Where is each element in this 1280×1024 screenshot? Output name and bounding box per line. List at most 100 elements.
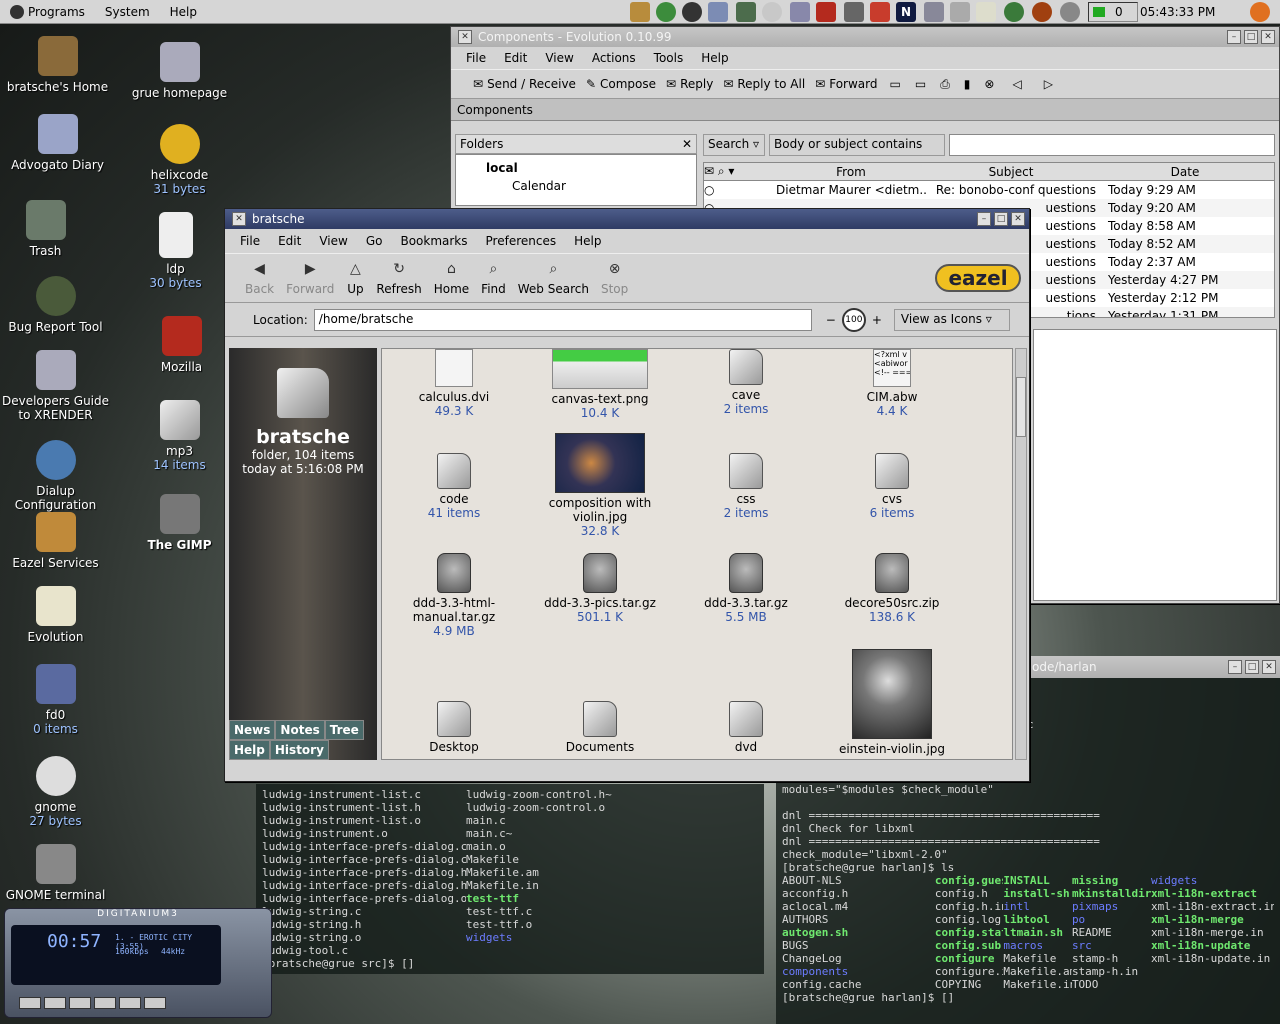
file-icon[interactable]: Documents [540,701,660,754]
launcher-icon[interactable] [656,2,676,22]
zoom-in-icon[interactable]: + [872,313,882,327]
evolution-titlebar[interactable]: ✕ Components - Evolution 0.10.99 – □ ✕ [451,27,1279,47]
launcher-icon[interactable] [736,2,756,22]
close-icon[interactable]: ✕ [682,137,692,151]
vertical-scrollbar[interactable] [1015,348,1027,760]
up-button[interactable]: △ Up [340,260,370,296]
mozilla-icon[interactable] [816,2,836,22]
desktop-icon-xrender[interactable]: Developers Guide to XRENDER [0,350,113,422]
launcher-icon[interactable] [976,2,996,22]
close-icon[interactable]: ✕ [458,30,472,44]
help-menu[interactable]: Help [160,0,207,24]
copy-icon[interactable]: ▭ [909,77,932,91]
menu-go[interactable]: Go [357,234,392,248]
menu-view[interactable]: View [310,234,356,248]
launcher-icon[interactable] [682,2,702,22]
file-icon[interactable]: cave 2 items [686,349,806,416]
delete-icon[interactable]: ▮ [958,77,977,91]
desktop-icon-evolution[interactable]: Evolution [0,586,113,644]
location-input[interactable]: /home/bratsche [313,308,812,331]
nautilus-titlebar[interactable]: ✕ bratsche – □ ✕ [225,209,1029,229]
maximize-icon[interactable]: □ [994,212,1008,226]
reply-all-button[interactable]: ✉ Reply to All [719,77,809,91]
send-receive-button[interactable]: ✉ Send / Receive [469,77,580,91]
move-icon[interactable]: ▭ [884,77,907,91]
launcher-icon[interactable] [844,2,864,22]
table-row[interactable]: ○ Dietmar Maurer <dietm... Re: bonobo-conf… [704,181,1274,199]
close-icon[interactable]: ✕ [1011,212,1025,226]
programs-menu[interactable]: Programs [0,0,95,24]
launcher-icon[interactable] [950,2,970,22]
prev-icon[interactable] [19,997,41,1009]
desktop-icon-mp3[interactable]: mp3 14 items [122,400,237,472]
menu-view[interactable]: View [536,51,582,65]
back-button[interactable]: ◀ Back [239,260,280,296]
reply-button[interactable]: ✉ Reply [662,77,717,91]
desktop-icon-trash[interactable]: Trash [0,200,103,258]
file-icon[interactable]: canvas-text.png 10.4 K [540,349,660,420]
close-icon[interactable]: ✕ [232,212,246,226]
desktop-icon-advogato[interactable]: Advogato Diary [0,114,115,172]
stop-button[interactable]: ⊗ Stop [595,260,634,296]
desktop-icon-mozilla[interactable]: Mozilla [124,316,239,374]
foot-icon[interactable] [1250,2,1270,22]
menu-file[interactable]: File [231,234,269,248]
maximize-icon[interactable]: □ [1245,660,1259,674]
desktop-icon-gnome[interactable]: gnome 27 bytes [0,756,113,828]
desktop-icon-terminal[interactable]: GNOME terminal [0,844,113,902]
close-icon[interactable]: ✕ [1261,30,1275,44]
tab-help[interactable]: Help [229,740,270,760]
stop-icon[interactable]: ⊗ [978,77,1000,91]
close-icon[interactable]: ✕ [1262,660,1276,674]
file-icon[interactable]: composition with violin.jpg 32.8 K [540,433,660,538]
menu-help[interactable]: Help [692,51,737,65]
launcher-icon[interactable] [630,2,650,22]
find-button[interactable]: ⌕ Find [475,260,512,296]
desktop-icon-fd0[interactable]: fd0 0 items [0,664,113,736]
menu-help[interactable]: Help [565,234,610,248]
compose-button[interactable]: ✎ Compose [582,77,660,91]
desktop-icon-dialup[interactable]: Dialup Configuration [0,440,113,512]
previous-icon[interactable]: ◁ [1002,77,1031,91]
file-icon[interactable]: <?xml v <abiwor <!-- === CIM.abw 4.4 K [832,349,952,418]
n-icon[interactable]: N [896,2,916,22]
menu-bookmarks[interactable]: Bookmarks [391,234,476,248]
scrollbar-thumb[interactable] [1016,377,1026,437]
filter-dropdown[interactable]: Body or subject contains [769,134,945,156]
minimize-icon[interactable]: – [1228,660,1242,674]
desktop-icon-grue-homepage[interactable]: grue homepage [122,42,237,100]
maximize-icon[interactable]: □ [1244,30,1258,44]
file-icon[interactable]: css 2 items [686,453,806,520]
file-icon[interactable]: cvs 6 items [832,453,952,520]
refresh-button[interactable]: ↻ Refresh [370,260,427,296]
column-from[interactable]: From [776,165,926,179]
launcher-icon[interactable] [1004,2,1024,22]
search-dropdown[interactable]: Search ▿ [703,134,765,156]
launcher-icon[interactable] [870,2,890,22]
launcher-icon[interactable] [924,2,944,22]
tab-news[interactable]: News [229,720,276,740]
print-icon[interactable]: ⎙ [934,77,956,92]
minimize-icon[interactable]: – [1227,30,1241,44]
tab-tree[interactable]: Tree [324,720,364,740]
play-icon[interactable] [44,997,66,1009]
file-icon[interactable]: ddd-3.3-html-manual.tar.gz 4.9 MB [394,553,514,638]
launcher-icon[interactable] [790,2,810,22]
terminal-src[interactable]: ludwig-instrument-list.c ludwig-instrumen… [256,784,764,974]
menu-preferences[interactable]: Preferences [477,234,566,248]
tab-notes[interactable]: Notes [275,720,325,740]
terminal-harlan-titlebar[interactable]: ode/harlan – □ ✕ [1028,656,1280,678]
launcher-icon[interactable] [762,2,782,22]
view-as-dropdown[interactable]: View as Icons ▿ [893,308,1010,331]
tree-item-local[interactable]: local [486,159,696,177]
desktop-icon-home[interactable]: bratsche's Home [0,36,115,94]
zoom-out-icon[interactable]: − [826,313,836,327]
stop-icon[interactable] [94,997,116,1009]
desktop-icon-eazel-services[interactable]: Eazel Services [0,512,113,570]
file-icon[interactable]: einstein-violin.jpg [832,649,952,756]
search-input[interactable] [949,134,1275,156]
launcher-icon[interactable] [708,2,728,22]
forward-button[interactable]: ▶ Forward [280,260,340,296]
file-icon[interactable]: code 41 items [394,453,514,520]
next-icon[interactable] [119,997,141,1009]
